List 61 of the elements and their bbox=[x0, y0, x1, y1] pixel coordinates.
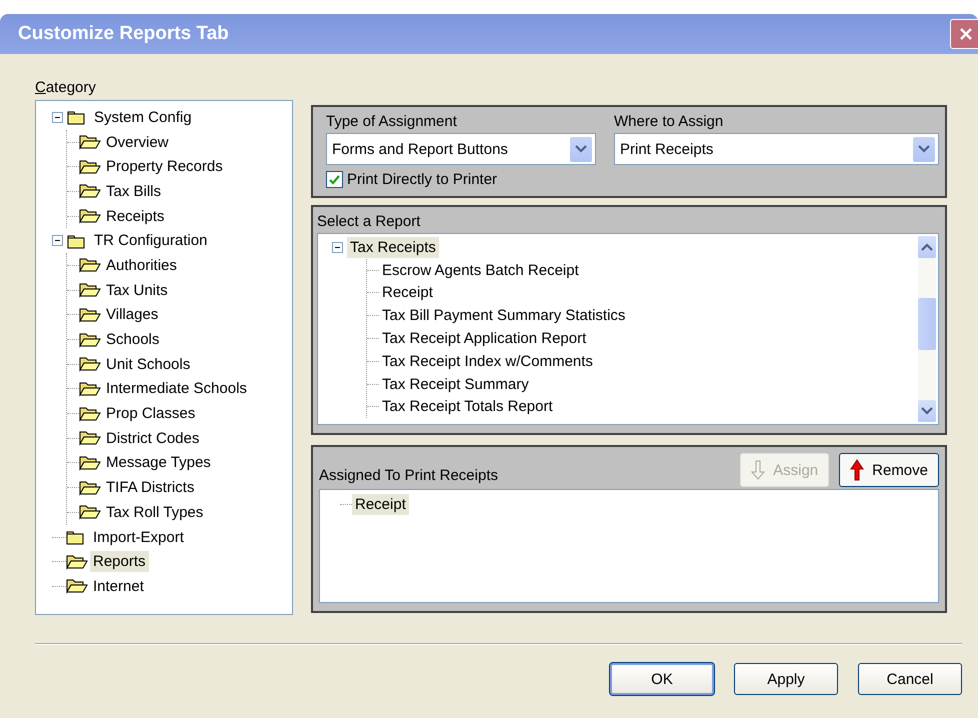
tree-item[interactable]: Internet bbox=[90, 576, 147, 597]
close-icon bbox=[959, 27, 973, 41]
scroll-thumb[interactable] bbox=[918, 298, 936, 350]
tree-item[interactable]: Tax Roll Types bbox=[103, 502, 206, 523]
scroll-up-button[interactable] bbox=[918, 236, 936, 258]
tree-item[interactable]: Tax Units bbox=[103, 280, 171, 301]
tree-item[interactable]: TIFA Districts bbox=[103, 477, 198, 498]
tree-item[interactable]: Villages bbox=[103, 304, 162, 326]
report-item[interactable]: Tax Bill Payment Summary Statistics bbox=[379, 305, 628, 326]
field-label: Type of Assignment bbox=[326, 113, 458, 130]
tree-item[interactable]: Authorities bbox=[103, 254, 180, 276]
chevron-down-icon bbox=[575, 145, 587, 153]
section-label: Assigned To Print Receipts bbox=[319, 467, 498, 484]
category-label: Category bbox=[35, 79, 96, 96]
tree-item[interactable]: Reports bbox=[90, 551, 149, 572]
checkbox[interactable] bbox=[326, 171, 343, 188]
field-label: Where to Assign bbox=[614, 113, 724, 130]
tree-item[interactable]: Property Records bbox=[103, 156, 226, 178]
assign-location-dropdown[interactable]: Print Receipts bbox=[614, 133, 939, 165]
report-item[interactable]: Tax Receipt Totals Report bbox=[379, 396, 556, 418]
dropdown-button[interactable] bbox=[913, 136, 935, 162]
tree-item[interactable]: System Config bbox=[91, 106, 195, 128]
tree-item[interactable]: Unit Schools bbox=[103, 354, 194, 375]
collapse-toggle[interactable] bbox=[52, 235, 63, 246]
assigned-item[interactable]: Receipt bbox=[352, 494, 409, 515]
remove-button[interactable]: Remove bbox=[839, 453, 939, 487]
scroll-down-button[interactable] bbox=[918, 400, 936, 422]
tree-item[interactable]: Tax Bills bbox=[103, 180, 164, 202]
collapse-toggle[interactable] bbox=[52, 112, 63, 123]
collapse-toggle[interactable] bbox=[332, 242, 343, 253]
window-title: Customize Reports Tab bbox=[18, 23, 229, 45]
tree-item[interactable]: Import-Export bbox=[90, 526, 187, 548]
chevron-down-icon bbox=[918, 145, 930, 153]
report-item[interactable]: Tax Receipt Index w/Comments bbox=[379, 350, 596, 372]
report-item[interactable]: Tax Receipts bbox=[347, 236, 439, 258]
report-item[interactable]: Escrow Agents Batch Receipt bbox=[379, 260, 582, 281]
chevron-down-icon bbox=[921, 407, 933, 415]
check-icon bbox=[329, 174, 340, 184]
tree-item[interactable]: Schools bbox=[103, 329, 162, 350]
checkbox-label: Print Directly to Printer bbox=[347, 171, 498, 188]
tree-item[interactable]: Receipts bbox=[103, 206, 168, 227]
close-button[interactable] bbox=[950, 19, 978, 49]
tree-item[interactable]: Intermediate Schools bbox=[103, 378, 250, 400]
dialog-button[interactable]: OK bbox=[610, 663, 714, 695]
tree-item[interactable]: Message Types bbox=[103, 452, 214, 474]
scrollbar[interactable] bbox=[918, 236, 936, 422]
section-label: Select a Report bbox=[317, 213, 422, 230]
arrow-down-icon bbox=[751, 460, 766, 480]
dialog-button[interactable]: Cancel bbox=[858, 663, 962, 695]
dropdown-button[interactable] bbox=[570, 136, 592, 162]
report-item[interactable]: Tax Receipt Summary bbox=[379, 374, 532, 395]
tree-item[interactable]: District Codes bbox=[103, 428, 202, 449]
assignment-type-dropdown[interactable]: Forms and Report Buttons bbox=[326, 133, 596, 165]
chevron-up-icon bbox=[921, 243, 933, 251]
tree-item[interactable]: Prop Classes bbox=[103, 403, 198, 424]
arrow-up-icon bbox=[850, 459, 864, 481]
report-item[interactable]: Receipt bbox=[379, 282, 436, 304]
tree-item[interactable]: TR Configuration bbox=[91, 230, 210, 252]
report-item[interactable]: Tax Receipt Application Report bbox=[379, 328, 590, 350]
dialog-button[interactable]: Apply bbox=[734, 663, 838, 695]
tree-item[interactable]: Overview bbox=[103, 132, 172, 153]
